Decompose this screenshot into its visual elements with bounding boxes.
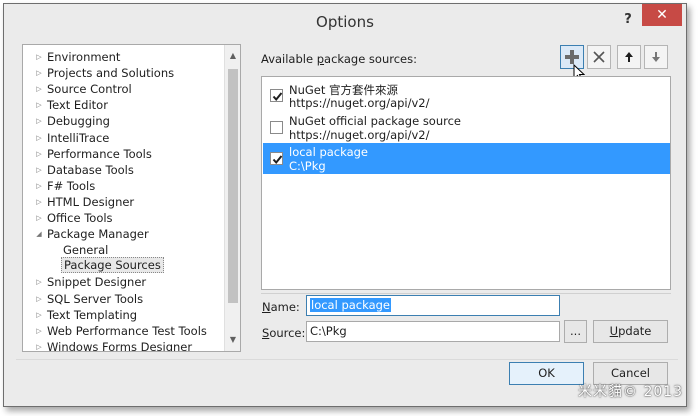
collapsed-arrow-icon[interactable]: ▷: [35, 274, 43, 290]
tree-item-label: Environment: [47, 50, 121, 64]
name-input[interactable]: local package: [306, 295, 560, 316]
tree-item[interactable]: ▷ Performance Tools: [23, 146, 223, 162]
package-sources-list: NuGet 官方套件來源 https://nuget.org/api/v2/NuG…: [261, 76, 671, 290]
source-input[interactable]: C:\Pkg: [306, 321, 560, 342]
tree-scrollbar[interactable]: ▲ ▼: [224, 45, 240, 351]
checkmark-icon: [272, 92, 283, 102]
tree-item[interactable]: ▷ Database Tools: [23, 162, 223, 178]
tree-item[interactable]: ▷ Web Performance Test Tools: [23, 323, 223, 339]
move-up-button[interactable]: [617, 45, 641, 69]
collapsed-arrow-icon[interactable]: ▷: [35, 130, 43, 146]
package-source-row[interactable]: NuGet 官方套件來源 https://nuget.org/api/v2/: [263, 80, 670, 111]
tree-item-label: Debugging: [47, 114, 110, 129]
options-tree: ▷ Environment ▷ Projects and Solutions ▷ Sour…: [22, 44, 241, 352]
tree-item-label: Web Performance Test Tools: [47, 323, 207, 338]
source-enabled-checkbox[interactable]: [270, 120, 283, 134]
tree-item[interactable]: ▷ HTML Designer: [23, 194, 223, 210]
tree-item[interactable]: ▷ Environment: [23, 49, 223, 65]
source-label: Source:: [262, 326, 306, 340]
collapsed-arrow-icon[interactable]: ▷: [35, 178, 43, 194]
package-source-row[interactable]: NuGet official package source https://nug…: [263, 112, 670, 143]
tree-item-label: General: [63, 243, 109, 258]
help-button[interactable]: ?: [618, 10, 638, 30]
source-url: C:\Pkg: [289, 159, 326, 173]
collapsed-arrow-icon[interactable]: ▷: [35, 291, 43, 307]
tree-item[interactable]: ▷ Debugging: [23, 113, 223, 129]
options-dialog: Options ? ✕ ▷ Environment ▷ Projects and So…: [3, 3, 687, 407]
scroll-down-icon[interactable]: ▼: [225, 332, 240, 348]
remove-x-icon: [593, 51, 605, 63]
collapsed-arrow-icon[interactable]: ▷: [35, 49, 43, 65]
tree-item-label: Package Manager: [47, 227, 149, 242]
tree-item-label: Text Templating: [47, 307, 138, 322]
tree-item[interactable]: ▷ SQL Server Tools: [23, 291, 223, 307]
arrow-up-icon: [625, 52, 633, 62]
tree-item[interactable]: ▷ Windows Forms Designer: [23, 339, 223, 352]
expanded-arrow-icon[interactable]: ◢: [35, 226, 43, 242]
source-enabled-checkbox[interactable]: [270, 152, 283, 165]
collapsed-arrow-icon[interactable]: ▷: [35, 162, 43, 178]
tree-item-label: Performance Tools: [47, 146, 152, 161]
collapsed-arrow-icon[interactable]: ▷: [35, 81, 43, 97]
collapsed-arrow-icon[interactable]: ▷: [35, 146, 43, 162]
source-url: https://nuget.org/api/v2/: [289, 127, 430, 142]
tree-item[interactable]: ▷ F# Tools: [23, 178, 223, 194]
tree-item-label: Projects and Solutions: [47, 66, 175, 81]
tree-item-label: Text Editor: [47, 98, 108, 113]
footer-separator: [16, 359, 678, 360]
tree-item[interactable]: ▷ Text Editor: [23, 97, 223, 113]
browse-button[interactable]: ...: [564, 320, 587, 343]
collapsed-arrow-icon[interactable]: ▷: [35, 113, 43, 129]
tree-item-label: Office Tools: [47, 211, 113, 225]
source-enabled-checkbox[interactable]: [270, 89, 283, 102]
source-name: NuGet official package source: [289, 113, 462, 128]
scroll-up-icon[interactable]: ▲: [225, 48, 240, 64]
tree-item[interactable]: ▷ Snippet Designer: [23, 274, 223, 290]
tree-item[interactable]: General: [23, 242, 223, 258]
source-url: https://nuget.org/api/v2/: [289, 96, 430, 110]
tree-item-label: Package Sources: [61, 257, 164, 274]
collapsed-arrow-icon[interactable]: ▷: [35, 97, 43, 113]
source-name: local package: [289, 145, 369, 159]
package-source-row[interactable]: local package C:\Pkg: [263, 143, 670, 174]
tree-item-label: Snippet Designer: [47, 275, 147, 290]
tree-item-label: Database Tools: [47, 162, 134, 177]
close-button[interactable]: ✕: [642, 4, 682, 26]
collapsed-arrow-icon[interactable]: ▷: [35, 339, 43, 351]
update-button[interactable]: Update: [593, 320, 668, 343]
watermark-text: 米米貓© 2013: [578, 384, 684, 400]
collapsed-arrow-icon[interactable]: ▷: [35, 307, 43, 323]
form-separator: [261, 293, 671, 294]
checkmark-icon: [272, 155, 283, 165]
tree-item-label: IntelliTrace: [47, 130, 110, 145]
collapsed-arrow-icon[interactable]: ▷: [35, 194, 43, 210]
collapsed-arrow-icon[interactable]: ▷: [35, 65, 43, 81]
tree-item[interactable]: Package Sources: [23, 257, 223, 274]
tree-item-label: F# Tools: [47, 178, 96, 193]
tree-item-label: SQL Server Tools: [47, 291, 144, 306]
collapsed-arrow-icon[interactable]: ▷: [35, 210, 43, 226]
tree-item-label: HTML Designer: [47, 194, 135, 209]
tree-item-label: Source Control: [47, 82, 132, 97]
tree-item-label: Windows Forms Designer: [47, 339, 193, 352]
tree-item[interactable]: ▷ Source Control: [23, 81, 223, 97]
tree-item[interactable]: ▷ IntelliTrace: [23, 130, 223, 146]
available-sources-label: Available package sources:: [261, 52, 417, 66]
title-bar[interactable]: Options ? ✕: [4, 4, 686, 38]
arrow-down-icon: [652, 52, 660, 62]
ok-button[interactable]: OK: [509, 362, 584, 385]
tree-item[interactable]: ▷ Projects and Solutions: [23, 65, 223, 81]
dialog-title: Options: [316, 13, 374, 31]
collapsed-arrow-icon[interactable]: ▷: [35, 323, 43, 339]
tree-item[interactable]: ▷ Text Templating: [23, 307, 223, 323]
plus-icon: [565, 50, 579, 64]
remove-source-button[interactable]: [587, 45, 611, 69]
name-label: Name:: [262, 300, 300, 314]
scroll-thumb[interactable]: [228, 69, 238, 303]
tree-item[interactable]: ▷ Office Tools: [23, 210, 223, 226]
move-down-button[interactable]: [644, 45, 668, 69]
tree-item[interactable]: ◢ Package Manager: [23, 226, 223, 242]
